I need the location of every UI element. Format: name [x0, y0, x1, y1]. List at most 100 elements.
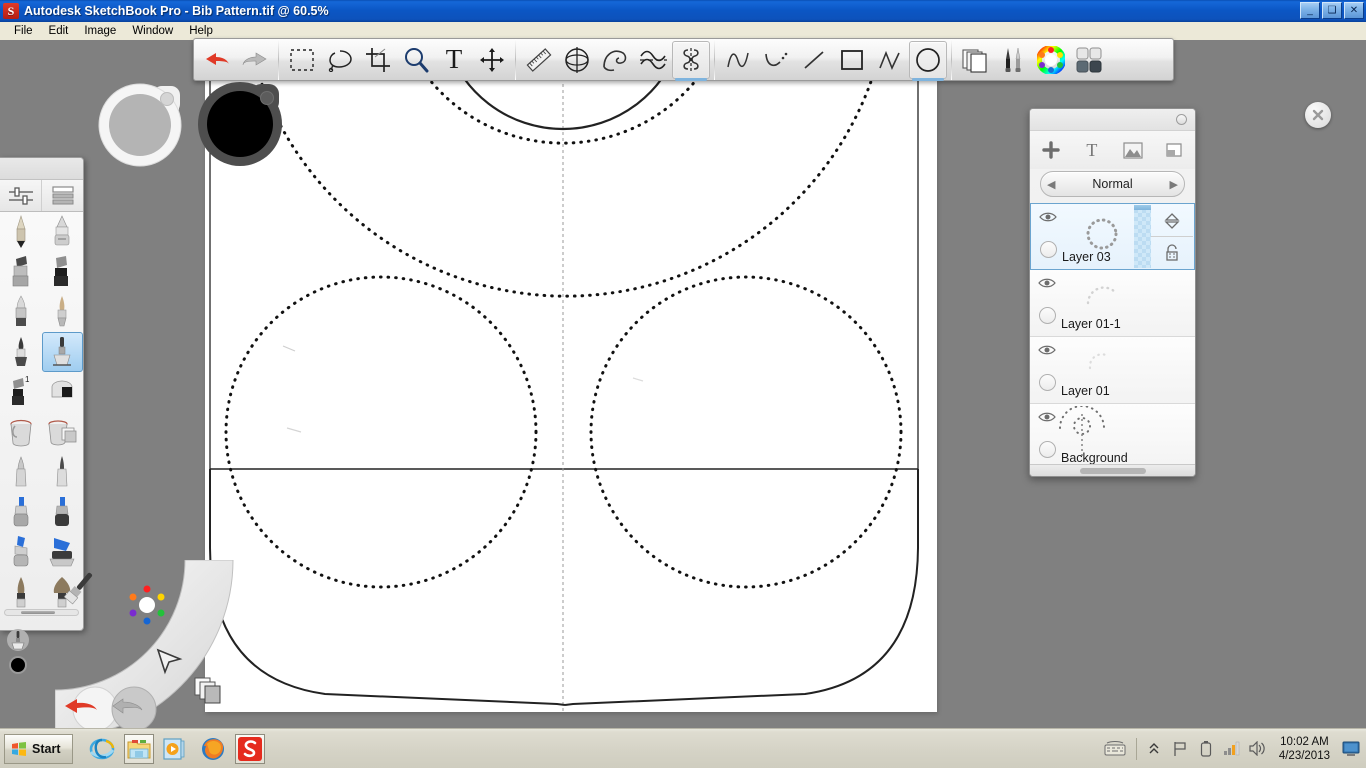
- color-wheel-icon[interactable]: [1032, 41, 1070, 79]
- layer-visibility-icon[interactable]: [1038, 343, 1056, 355]
- layer-select-radio[interactable]: [1039, 307, 1056, 324]
- menu-help[interactable]: Help: [181, 24, 221, 38]
- layers-list[interactable]: Layer 03 Layer 01-1 Layer 01 Background: [1030, 203, 1195, 464]
- brush-color-puck[interactable]: [197, 78, 285, 168]
- start-button[interactable]: Start: [4, 733, 74, 764]
- layer-row-background[interactable]: Background: [1030, 404, 1195, 464]
- eraser-block-1-brush[interactable]: 1: [0, 372, 42, 412]
- drawing-canvas[interactable]: [205, 78, 937, 712]
- layer-row-layer-01[interactable]: Layer 01: [1030, 337, 1195, 404]
- eraser-hard-brush[interactable]: [0, 292, 42, 332]
- layer-visibility-icon[interactable]: [1038, 276, 1056, 288]
- show-desktop-button[interactable]: [1342, 740, 1360, 758]
- internet-explorer-icon[interactable]: [87, 734, 117, 764]
- brush-lagoon-icon: [63, 572, 93, 605]
- blue-marker-brush[interactable]: [0, 492, 42, 532]
- volume-icon[interactable]: [1249, 740, 1267, 758]
- current-color-puck[interactable]: [8, 655, 28, 675]
- firefox-icon[interactable]: [198, 734, 228, 764]
- flat-brush[interactable]: [42, 252, 84, 292]
- layer-select-radio[interactable]: [1039, 374, 1056, 391]
- bristle-brush[interactable]: [0, 572, 42, 612]
- blend-mode-next[interactable]: ▶: [1170, 178, 1178, 191]
- rectangle-select-icon[interactable]: [283, 41, 321, 79]
- text-icon[interactable]: T: [435, 41, 473, 79]
- sketchbook-taskbar-icon[interactable]: [235, 733, 266, 764]
- soft-eraser-brush[interactable]: [0, 332, 42, 372]
- brush-palette-icon[interactable]: [994, 41, 1032, 79]
- show-hidden-icons-icon[interactable]: [1145, 740, 1163, 758]
- ruler-icon[interactable]: [520, 41, 558, 79]
- blend-mode-prev[interactable]: ◀: [1047, 178, 1055, 191]
- color-swatches-icon[interactable]: [1070, 41, 1108, 79]
- zoom-icon[interactable]: [397, 41, 435, 79]
- svg-text:1: 1: [25, 375, 30, 384]
- polyline-icon[interactable]: [871, 41, 909, 79]
- curve-icon[interactable]: [757, 41, 795, 79]
- layer-select-radio[interactable]: [1039, 441, 1056, 458]
- predictive-stroke-icon[interactable]: [634, 41, 672, 79]
- minimize-button[interactable]: _: [1300, 2, 1320, 19]
- layer-row-layer-01-1[interactable]: Layer 01-1: [1030, 270, 1195, 337]
- import-image-button[interactable]: [1120, 137, 1146, 163]
- close-button[interactable]: ✕: [1344, 2, 1364, 19]
- layer-row-layer-03[interactable]: Layer 03: [1030, 203, 1195, 270]
- airbrush-brush[interactable]: [41, 332, 83, 372]
- chisel-marker-brush[interactable]: [42, 212, 84, 252]
- layer-reorder-handle[interactable]: [1151, 205, 1193, 236]
- brush-library-tab[interactable]: [41, 180, 83, 211]
- french-curve-icon[interactable]: [596, 41, 634, 79]
- blue-marker-dark-brush[interactable]: [42, 492, 84, 532]
- menu-file[interactable]: File: [6, 24, 41, 38]
- start-label: Start: [32, 741, 61, 756]
- crop-icon[interactable]: [359, 41, 397, 79]
- layer-visibility-icon[interactable]: [1039, 210, 1057, 222]
- menu-window[interactable]: Window: [124, 24, 181, 38]
- line-icon[interactable]: [795, 41, 833, 79]
- layers-horizontal-scrollbar[interactable]: [1030, 464, 1195, 476]
- network-icon[interactable]: [1223, 740, 1241, 758]
- rectangle-shape-icon[interactable]: [833, 41, 871, 79]
- transform-icon[interactable]: [473, 41, 511, 79]
- ellipse-guide-icon[interactable]: [558, 41, 596, 79]
- close-canvas-button[interactable]: [1305, 102, 1331, 128]
- add-layer-button[interactable]: [1038, 137, 1064, 163]
- paint-bucket-tool[interactable]: [0, 412, 42, 452]
- freeform-icon[interactable]: [719, 41, 757, 79]
- ellipse-shape-icon[interactable]: [909, 40, 947, 81]
- layer-opacity-slider[interactable]: [1134, 205, 1151, 268]
- gradient-fill-tool[interactable]: [42, 412, 84, 452]
- brush-properties-tab[interactable]: [0, 180, 41, 211]
- brush-size-puck[interactable]: [95, 80, 185, 170]
- layer-menu-button[interactable]: [1161, 137, 1187, 163]
- paintbrush-brush[interactable]: [42, 292, 84, 332]
- add-text-layer-button[interactable]: T: [1079, 137, 1105, 163]
- symmetry-y-icon[interactable]: [672, 40, 710, 81]
- undo-icon[interactable]: [198, 41, 236, 79]
- lasso-select-icon[interactable]: [321, 41, 359, 79]
- current-tool-puck[interactable]: [6, 628, 30, 652]
- maximize-button[interactable]: ❑: [1322, 2, 1342, 19]
- steel-nib-brush[interactable]: [0, 452, 42, 492]
- layer-lock-icon[interactable]: [1151, 236, 1193, 268]
- layers-panel-icon[interactable]: [956, 41, 994, 79]
- marker-brush[interactable]: [0, 252, 42, 292]
- file-explorer-icon[interactable]: [124, 733, 155, 764]
- redo-icon[interactable]: [236, 41, 274, 79]
- action-flag-icon[interactable]: [1171, 740, 1189, 758]
- battery-icon[interactable]: [1197, 740, 1215, 758]
- collapse-icon[interactable]: [1176, 114, 1187, 125]
- eraser-block-brush[interactable]: [42, 372, 84, 412]
- media-player-icon[interactable]: [161, 734, 191, 764]
- tray-divider: [1135, 737, 1137, 760]
- clock[interactable]: 10:02 AM 4/23/2013: [1275, 735, 1334, 763]
- menu-edit[interactable]: Edit: [41, 24, 77, 38]
- steel-nib-fine-brush[interactable]: [42, 452, 84, 492]
- blend-mode-selector[interactable]: ◀ Normal ▶: [1040, 171, 1185, 197]
- system-tray: 10:02 AM 4/23/2013: [1102, 735, 1366, 763]
- blue-highlighter-brush[interactable]: [0, 532, 42, 572]
- layer-select-radio[interactable]: [1040, 241, 1057, 258]
- menu-image[interactable]: Image: [76, 24, 124, 38]
- tablet-keyboard-icon[interactable]: [1102, 738, 1128, 760]
- pencil-brush[interactable]: [0, 212, 42, 252]
